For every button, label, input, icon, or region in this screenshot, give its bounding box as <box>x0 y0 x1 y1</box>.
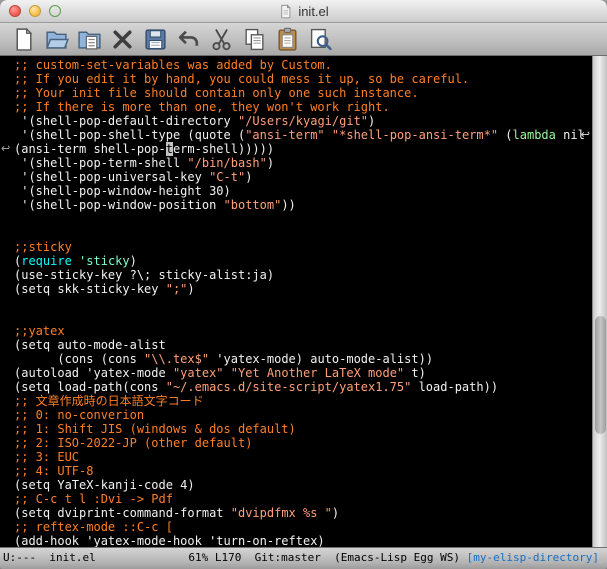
code-line: ;; If there is more than one, they won't… <box>14 100 390 114</box>
code-line: ;; 3: EUC <box>14 450 80 464</box>
new-file-icon[interactable] <box>8 25 38 53</box>
window-title: init.el <box>278 3 329 19</box>
code-line: ;; 0: no-converion <box>14 408 145 422</box>
code-line: '(shell-pop-shell-type (quote ("ansi-ter… <box>14 128 585 142</box>
mode-line-directory-link[interactable]: [my-elisp-directory] <box>467 551 599 564</box>
mode-line: U:--- init.el 61% L170 Git:master (Emacs… <box>0 547 607 569</box>
code-line: ;; Your init file should contain only on… <box>14 86 419 100</box>
code-line: (setq dviprint-command-format "dvipdfmx … <box>14 506 340 520</box>
minimize-button[interactable] <box>29 5 41 17</box>
code-area[interactable]: ;; custom-set-variables was added by Cus… <box>0 58 592 547</box>
code-line: '(shell-pop-window-position "bottom")) <box>14 198 296 212</box>
mode-line-text: U:--- init.el 61% L170 Git:master (Emacs… <box>3 551 467 564</box>
code-line: (use-sticky-key ?\; sticky-alist:ja) <box>14 268 275 282</box>
code-line: (autoload 'yatex-mode "yatex" "Yet Anoth… <box>14 366 426 380</box>
window-title-text: init.el <box>298 3 329 19</box>
line-wrap-right-icon: ↩ <box>580 128 590 141</box>
dired-icon[interactable] <box>74 25 104 53</box>
code-line: (setq load-path(cons "~/.emacs.d/site-sc… <box>14 380 499 394</box>
code-line: '(shell-pop-term-shell "/bin/bash") <box>14 156 275 170</box>
document-icon <box>281 3 292 18</box>
cut-icon[interactable] <box>206 25 236 53</box>
scrollbar-track[interactable] <box>592 56 607 547</box>
code-line: (setq skk-sticky-key ";") <box>14 282 195 296</box>
title-bar[interactable]: init.el <box>0 0 607 23</box>
search-icon[interactable] <box>305 25 335 53</box>
code-line: ;; If you edit it by hand, you could mes… <box>14 72 470 86</box>
code-line: (setq YaTeX-kanji-code 4) <box>14 478 195 492</box>
close-button[interactable] <box>9 5 21 17</box>
zoom-button[interactable] <box>49 5 61 17</box>
undo-icon[interactable] <box>173 25 203 53</box>
code-line: '(shell-pop-universal-key "C-t") <box>14 170 253 184</box>
code-line: (cons (cons "\\.tex$" 'yatex-mode) auto-… <box>14 352 434 366</box>
code-line: ;; 1: Shift JIS (windows & dos default) <box>14 422 296 436</box>
code-line: ;;yatex <box>14 324 65 338</box>
scrollbar-thumb[interactable] <box>595 316 606 435</box>
code-line: (ansi-term shell-pop-term-shell))))) <box>14 142 275 156</box>
code-line: (require 'sticky) <box>14 254 137 268</box>
open-file-icon[interactable] <box>41 25 71 53</box>
code-line: ;; 2: ISO-2022-JP (other default) <box>14 436 253 450</box>
save-icon[interactable] <box>140 25 170 53</box>
code-line: ;; C-c t l :Dvi -> Pdf <box>14 492 173 506</box>
code-line: '(shell-pop-default-directory "/Users/ky… <box>14 114 376 128</box>
emacs-window: init.el ;; custom-set-variables was adde… <box>0 0 607 569</box>
code-line: ;;sticky <box>14 240 72 254</box>
code-line: (add-hook 'yatex-mode-hook 'turn-on-reft… <box>14 534 325 547</box>
paste-icon[interactable] <box>272 25 302 53</box>
copy-icon[interactable] <box>239 25 269 53</box>
toolbar <box>0 23 607 56</box>
code-line: ;; 4: UTF-8 <box>14 464 94 478</box>
code-line: (setq auto-mode-alist <box>14 338 166 352</box>
code-line: '(shell-pop-window-height 30) <box>14 184 231 198</box>
code-line: ;; custom-set-variables was added by Cus… <box>14 58 332 72</box>
code-line: ;; reftex-mode ::C-c [ <box>14 520 173 534</box>
code-line: ;; 文章作成時の日本語文字コード <box>14 394 204 408</box>
editor[interactable]: ;; custom-set-variables was added by Cus… <box>0 56 607 547</box>
window-controls <box>9 5 61 17</box>
line-wrap-left-icon: ↩ <box>1 142 11 155</box>
close-buffer-icon[interactable] <box>107 25 137 53</box>
